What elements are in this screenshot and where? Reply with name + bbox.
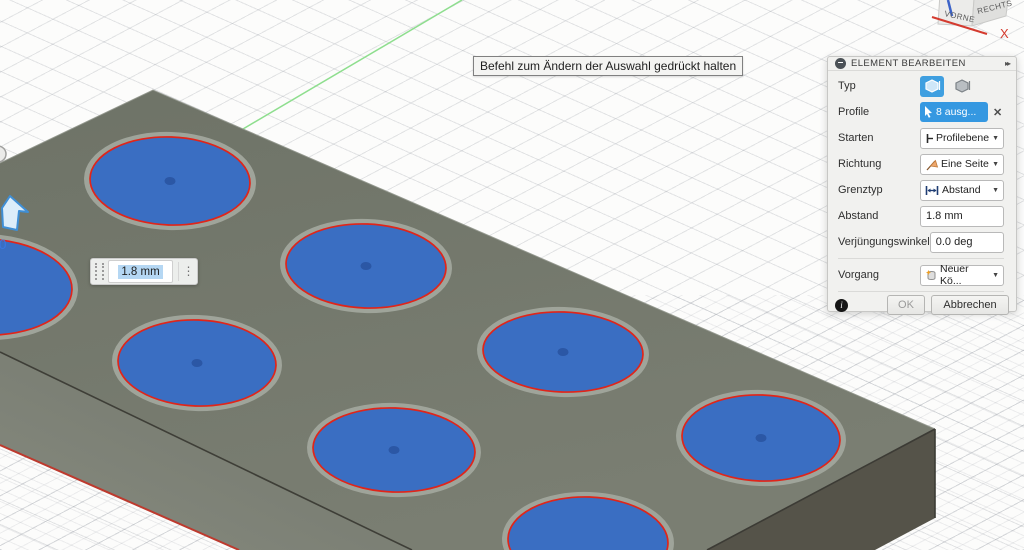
abstand-label: Abstand <box>838 210 920 222</box>
distance-value: 1.8 mm <box>926 210 963 222</box>
dialog-title: ELEMENT BEARBEITEN <box>851 58 966 69</box>
profile-selection-count: 8 ausg... <box>936 106 976 118</box>
extent-type-value: Abstand <box>942 184 981 196</box>
row-profile: Profile 8 ausg... ✕ <box>838 99 1004 125</box>
dialog-header[interactable]: – ELEMENT BEARBEITEN ▸▸ <box>828 57 1016 71</box>
edit-feature-dialog: – ELEMENT BEARBEITEN ▸▸ Typ Profile <box>827 56 1017 312</box>
drag-grip-icon[interactable] <box>95 263 104 280</box>
separator <box>838 258 1004 259</box>
richtung-label: Richtung <box>838 158 920 170</box>
start-value: Profilebene <box>936 132 989 144</box>
separator <box>838 291 1004 292</box>
direction-value: Eine Seite <box>941 158 989 170</box>
green-axis-line <box>243 0 462 129</box>
dimension-text: 30 <box>0 236 7 252</box>
operation-value: Neuer Kö... <box>940 263 989 287</box>
row-richtung: Richtung Eine Seite ▼ <box>838 151 1004 177</box>
info-icon[interactable]: i <box>835 299 848 312</box>
chevron-down-icon: ▼ <box>992 187 999 194</box>
origin-point <box>0 146 6 162</box>
start-dropdown[interactable]: Profilebene ▼ <box>920 128 1004 149</box>
row-winkel: Verjüngungswinkel 0.0 deg <box>838 229 1004 255</box>
fusion-canvas[interactable]: 30 VORNE RECHTS X Befehl zum Ändern der … <box>0 0 1024 550</box>
extent-type-dropdown[interactable]: Abstand ▼ <box>920 180 1004 201</box>
taper-angle-label: Verjüngungswinkel <box>838 236 930 248</box>
distance-input[interactable]: 1.8 mm <box>920 206 1004 227</box>
chevron-down-icon: ▼ <box>992 272 999 279</box>
ok-button[interactable]: OK <box>887 295 925 315</box>
starten-label: Starten <box>838 132 920 144</box>
operation-dropdown[interactable]: Neuer Kö... ▼ <box>920 265 1004 286</box>
x-axis-label: X <box>1000 26 1009 41</box>
direction-dropdown[interactable]: Eine Seite ▼ <box>920 154 1004 175</box>
profile-circle[interactable] <box>282 219 451 313</box>
cancel-button[interactable]: Abbrechen <box>931 295 1009 315</box>
typ-label: Typ <box>838 80 920 92</box>
collapse-circle-icon[interactable]: – <box>835 58 846 69</box>
row-starten: Starten Profilebene ▼ <box>838 125 1004 151</box>
dimension-input-value[interactable]: 1.8 mm <box>118 265 162 279</box>
taper-angle-value: 0.0 deg <box>936 236 973 248</box>
dimension-input[interactable]: 1.8 mm <box>108 260 173 283</box>
dimension-input-box[interactable]: 1.8 mm ⋮ <box>90 258 198 285</box>
grenztyp-label: Grenztyp <box>838 184 920 196</box>
dimension-options-handle-icon[interactable]: ⋮ <box>178 262 197 281</box>
clear-selection-icon[interactable]: ✕ <box>993 106 1002 119</box>
row-abstand: Abstand 1.8 mm <box>838 203 1004 229</box>
profile-label: Profile <box>838 106 920 118</box>
chevron-down-icon: ▼ <box>992 135 999 142</box>
profile-plane-icon <box>925 132 933 145</box>
profile-selection-button[interactable]: 8 ausg... <box>920 102 988 122</box>
view-cube[interactable]: VORNE RECHTS X <box>932 0 1013 41</box>
tooltip: Befehl zum Ändern der Auswahl gedrückt h… <box>473 56 743 76</box>
row-vorgang: Vorgang Neuer Kö... ▼ <box>838 262 1004 288</box>
operation-label: Vorgang <box>838 269 920 281</box>
row-typ: Typ <box>838 73 1004 99</box>
row-grenztyp: Grenztyp Abstand ▼ <box>838 177 1004 203</box>
dialog-footer: i OK Abbrechen <box>828 295 1016 317</box>
profile-circle[interactable] <box>85 132 254 230</box>
extrude-type-solid-icon[interactable] <box>920 76 944 97</box>
panel-collapse-icon[interactable]: ▸▸ <box>1005 59 1009 68</box>
chevron-down-icon: ▼ <box>992 161 999 168</box>
cursor-icon <box>924 106 933 118</box>
distance-extent-icon <box>925 184 939 197</box>
profile-circle[interactable] <box>677 390 844 486</box>
taper-angle-input[interactable]: 0.0 deg <box>930 232 1004 253</box>
profile-circle[interactable] <box>113 315 280 411</box>
extrude-type-thin-icon[interactable] <box>950 76 974 97</box>
direction-flag-icon <box>925 158 938 171</box>
new-body-icon <box>925 269 937 282</box>
